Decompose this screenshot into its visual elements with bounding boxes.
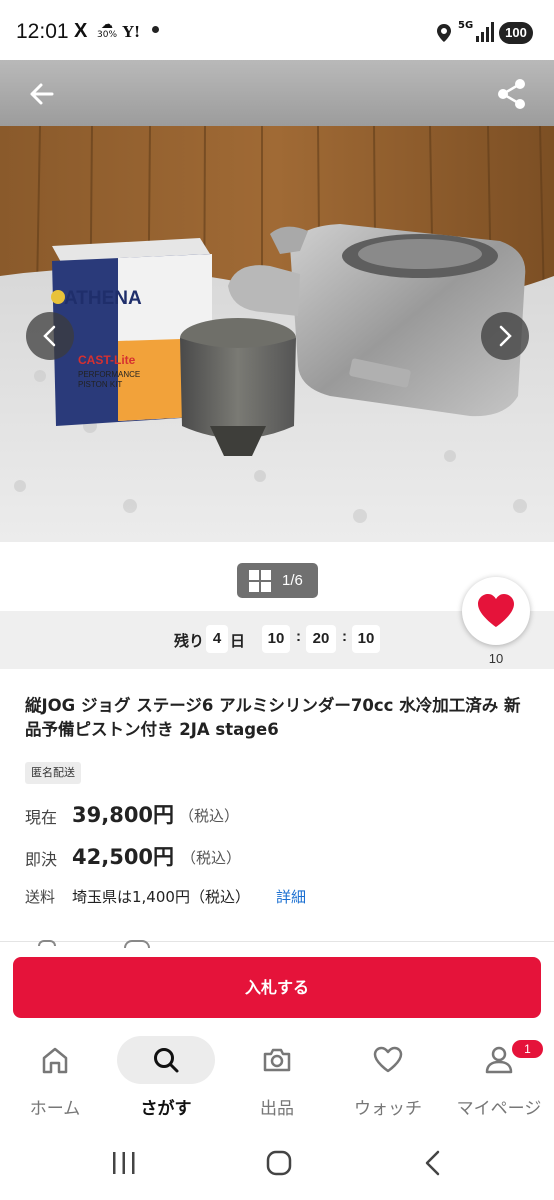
nav-sell-label: 出品 bbox=[260, 1099, 294, 1119]
watch-button[interactable] bbox=[462, 577, 530, 645]
svg-text:ATHENA: ATHENA bbox=[64, 288, 142, 309]
notification-dot-icon bbox=[152, 26, 159, 33]
current-price-row: 現在 39,800円 （税込） bbox=[25, 798, 535, 828]
nav-search[interactable]: さがす bbox=[111, 1026, 221, 1130]
current-price: 39,800円 bbox=[72, 803, 175, 827]
buyout-price: 42,500円 bbox=[72, 845, 175, 869]
nav-search-label: さがす bbox=[140, 1099, 192, 1119]
location-icon bbox=[437, 24, 451, 42]
partial-icon bbox=[38, 940, 56, 946]
buyout-price-tax: （税込） bbox=[181, 849, 242, 867]
nav-watch-label: ウォッチ bbox=[354, 1099, 422, 1119]
product-photo[interactable]: ATHENA CAST-Lite PERFORMANCE PISTON KIT bbox=[0, 126, 554, 542]
divider bbox=[0, 941, 554, 942]
countdown-days: 4 bbox=[206, 625, 228, 653]
person-icon bbox=[485, 1046, 513, 1074]
image-count: 1/6 bbox=[282, 572, 303, 589]
share-icon[interactable] bbox=[492, 74, 532, 114]
nav-sell[interactable]: 出品 bbox=[222, 1026, 332, 1130]
weather-percent: 30% bbox=[97, 30, 118, 40]
status-bar: 12:01 X ☁ 30% Y! 5G 100 bbox=[0, 0, 554, 60]
yahoo-icon: Y! bbox=[122, 22, 140, 41]
shipping-value: 埼玉県は1,400円（税込） bbox=[72, 888, 250, 906]
home-icon bbox=[42, 1047, 68, 1074]
back-nav-icon[interactable] bbox=[420, 1148, 446, 1178]
home-button-icon[interactable] bbox=[264, 1148, 294, 1178]
heart-icon bbox=[373, 1046, 403, 1073]
countdown-seconds: 10 bbox=[352, 625, 380, 653]
bid-button[interactable]: 入札する bbox=[13, 957, 541, 1018]
current-price-label: 現在 bbox=[25, 808, 58, 827]
shipping-detail-link[interactable]: 詳細 bbox=[276, 886, 306, 907]
x-app-icon: X bbox=[74, 20, 88, 42]
image-counter-button[interactable]: 1/6 bbox=[237, 563, 318, 598]
grid-icon bbox=[249, 570, 271, 592]
svg-text:PERFORMANCE: PERFORMANCE bbox=[78, 370, 140, 379]
svg-text:PISTON KIT: PISTON KIT bbox=[78, 380, 122, 389]
svg-text:CAST-Lite: CAST-Lite bbox=[78, 353, 136, 367]
network-type: 5G bbox=[458, 20, 474, 31]
current-price-tax: （税込） bbox=[179, 807, 240, 825]
system-navigation-bar bbox=[0, 1130, 554, 1200]
time-separator: : bbox=[296, 628, 301, 645]
nav-home-label: ホーム bbox=[29, 1099, 81, 1119]
nav-home[interactable]: ホーム bbox=[0, 1026, 110, 1130]
shipping-row: 送料 埼玉県は1,400円（税込） 詳細 bbox=[25, 886, 535, 910]
recent-apps-icon[interactable] bbox=[110, 1148, 138, 1178]
buyout-price-label: 即決 bbox=[25, 850, 58, 869]
partial-icon bbox=[124, 940, 150, 948]
camera-icon bbox=[263, 1048, 291, 1072]
time-separator: : bbox=[342, 628, 347, 645]
notification-badge: 1 bbox=[512, 1040, 543, 1058]
next-image-button[interactable] bbox=[481, 312, 529, 360]
nav-mypage-label: マイページ bbox=[456, 1099, 542, 1119]
prev-image-button[interactable] bbox=[26, 312, 74, 360]
heart-icon bbox=[478, 594, 514, 627]
app-header bbox=[0, 60, 554, 126]
shipping-label: 送料 bbox=[25, 888, 56, 906]
countdown-hours: 10 bbox=[262, 625, 290, 653]
countdown-minutes: 20 bbox=[306, 625, 336, 653]
anonymous-shipping-badge: 匿名配送 bbox=[25, 762, 81, 784]
arrow-left-icon[interactable] bbox=[22, 74, 62, 114]
battery-icon: 100 bbox=[499, 22, 533, 44]
nav-watch[interactable]: ウォッチ bbox=[333, 1026, 443, 1130]
chevron-right-icon bbox=[499, 325, 512, 347]
days-unit: 日 bbox=[230, 632, 246, 650]
search-icon bbox=[154, 1048, 179, 1073]
watch-count: 10 bbox=[488, 651, 504, 666]
bottom-navigation: ホーム さがす 出品 ウォッチ マイページ 1 bbox=[0, 1026, 554, 1130]
remaining-label: 残り bbox=[174, 632, 205, 650]
buyout-price-row: 即決 42,500円 （税込） bbox=[25, 840, 535, 870]
status-time: 12:01 bbox=[16, 20, 69, 43]
signal-icon bbox=[476, 22, 494, 42]
weather-icon: ☁ 30% bbox=[97, 17, 118, 40]
chevron-left-icon bbox=[43, 325, 56, 347]
item-title: 縦JOG ジョグ ステージ6 アルミシリンダー70cc 水冷加工済み 新品予備ピ… bbox=[25, 696, 521, 739]
